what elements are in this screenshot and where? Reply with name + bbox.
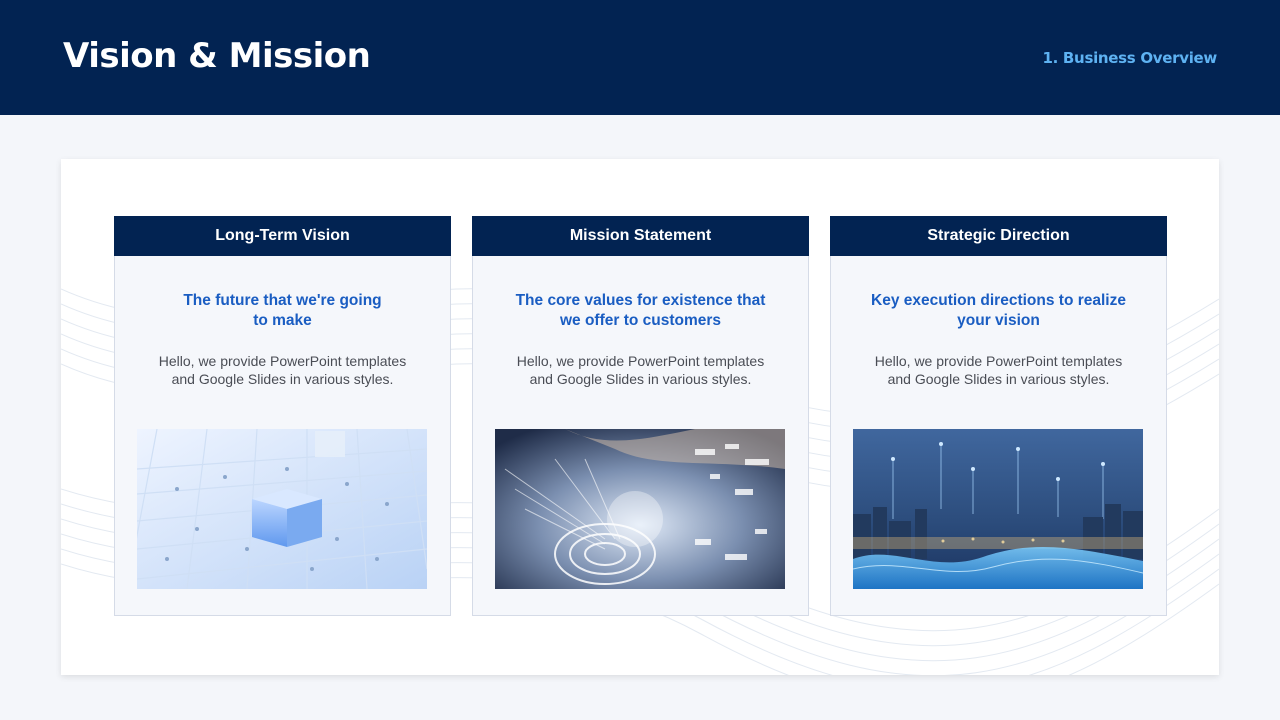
page-title: Vision & Mission — [63, 36, 371, 76]
card-description: Hello, we provide PowerPoint templates a… — [516, 353, 765, 387]
card-mission-statement: Mission Statement The core values for ex… — [472, 216, 809, 616]
card-title: Mission Statement — [472, 216, 809, 256]
card-description: Hello, we provide PowerPoint templates a… — [158, 353, 407, 387]
card-subtitle: The future that we're going to make — [183, 292, 382, 329]
night-city-data-image — [853, 429, 1143, 589]
card-subtitle: The core values for existence that we of… — [515, 292, 766, 329]
card-long-term-vision: Long-Term Vision The future that we're g… — [114, 216, 451, 616]
header-bar: Vision & Mission 1. Business Overview — [0, 0, 1280, 115]
section-label: 1. Business Overview — [1042, 49, 1217, 67]
content-panel: Long-Term Vision The future that we're g… — [61, 159, 1219, 675]
card-description: Hello, we provide PowerPoint templates a… — [874, 353, 1123, 387]
card-strategic-direction: Strategic Direction Key execution direct… — [830, 216, 1167, 616]
card-title: Long-Term Vision — [114, 216, 451, 256]
card-subtitle: Key execution directions to realize your… — [871, 292, 1126, 329]
digital-hand-tech-image — [495, 429, 785, 589]
card-title: Strategic Direction — [830, 216, 1167, 256]
isometric-cube-grid-image — [137, 429, 427, 589]
